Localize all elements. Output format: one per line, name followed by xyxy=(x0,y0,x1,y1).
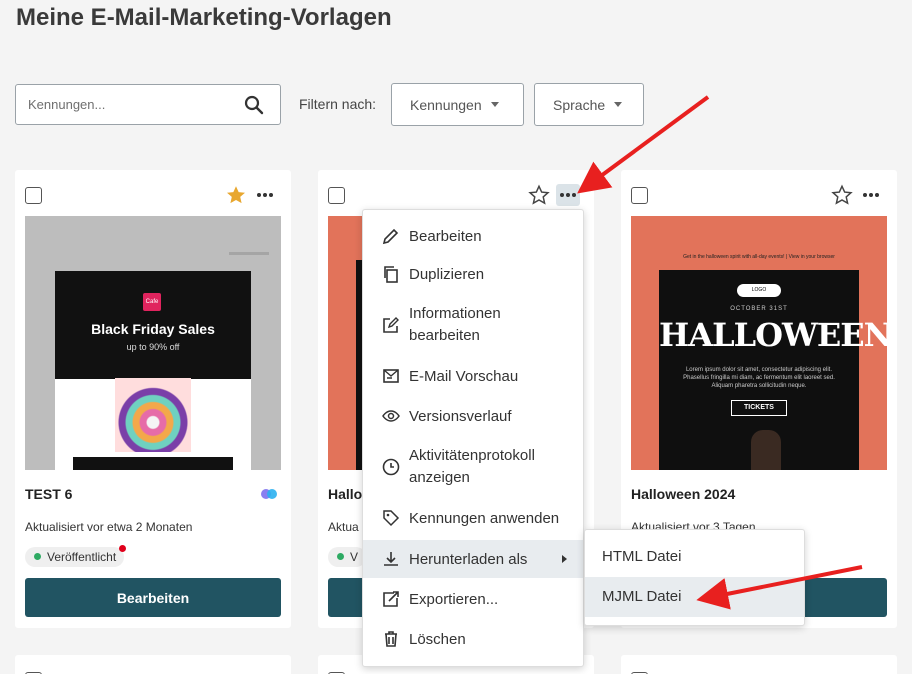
download-icon xyxy=(384,552,398,566)
updated-text: Aktua xyxy=(328,520,359,534)
submenu-arrow-icon xyxy=(562,555,567,563)
logo: Cafe xyxy=(143,293,161,311)
menu-item-bearbeiten[interactable]: Bearbeiten xyxy=(363,218,583,254)
updated-text: Aktualisiert vor etwa 2 Monaten xyxy=(25,520,193,534)
template-thumbnail[interactable]: Cafe Black Friday Sales up to 90% off xyxy=(25,216,281,470)
menu-item-duplizieren[interactable]: Duplizieren xyxy=(363,256,583,292)
pencil-icon xyxy=(382,228,399,245)
search-box[interactable] xyxy=(15,84,281,125)
filter-dropdown-label: Kennungen xyxy=(410,96,482,113)
more-options-button[interactable] xyxy=(556,184,580,206)
menu-item-informationen[interactable]: Informationen bearbeiten xyxy=(363,296,583,354)
select-checkbox[interactable] xyxy=(328,187,345,204)
trash-icon xyxy=(385,631,397,647)
eye-icon xyxy=(382,410,400,422)
submenu-item-html[interactable]: HTML Datei xyxy=(585,537,804,577)
select-checkbox[interactable] xyxy=(25,187,42,204)
paint-splash-image xyxy=(115,378,191,452)
notification-dot xyxy=(119,545,127,552)
edit-button[interactable]: Bearbeiten xyxy=(25,578,281,617)
filter-dropdown-kennungen[interactable]: Kennungen xyxy=(391,83,524,126)
menu-item-aktivitaetenprotokoll[interactable]: Aktivitätenprotokoll anzeigen xyxy=(363,438,583,496)
template-name: TEST 6 xyxy=(25,486,73,502)
template-card[interactable] xyxy=(15,655,291,674)
menu-item-loeschen[interactable]: Löschen xyxy=(363,620,583,658)
edit-info-icon xyxy=(383,317,399,333)
thumb-title: Black Friday Sales xyxy=(91,321,215,337)
menu-item-versionsverlauf[interactable]: Versionsverlauf xyxy=(363,398,583,434)
filter-dropdown-sprache[interactable]: Sprache xyxy=(534,83,644,126)
preheader-line xyxy=(229,252,269,255)
logo: LOGO xyxy=(737,284,781,297)
language-dots-icon xyxy=(261,489,277,499)
mail-preview-icon xyxy=(383,369,399,383)
haunted-house-image xyxy=(751,430,781,470)
template-card[interactable]: Cafe Black Friday Sales up to 90% off TE… xyxy=(15,170,291,628)
export-icon xyxy=(383,591,399,607)
thumb-body: Lorem ipsum dolor sit amet, consectetur … xyxy=(683,367,835,389)
star-filled-icon[interactable] xyxy=(225,184,247,206)
caret-down-icon xyxy=(490,102,499,107)
menu-item-kennungen-anwenden[interactable]: Kennungen anwenden xyxy=(363,500,583,536)
search-input[interactable] xyxy=(16,85,236,124)
caret-down-icon xyxy=(614,102,623,107)
template-thumbnail[interactable]: Get in the halloween spirit with all-day… xyxy=(631,216,887,470)
menu-item-herunterladen-als[interactable]: Herunterladen als xyxy=(363,540,583,578)
thumb-subtitle: up to 90% off xyxy=(126,342,180,352)
clock-icon xyxy=(382,458,400,476)
page-title: Meine E-Mail-Marketing-Vorlagen xyxy=(16,4,392,31)
status-badge: Veröffentlicht xyxy=(25,545,127,567)
template-name: Hallo xyxy=(328,486,363,502)
template-card[interactable] xyxy=(621,655,897,674)
more-options-button[interactable] xyxy=(859,184,883,206)
more-options-button[interactable] xyxy=(253,184,277,206)
thumb-title: HALLOWEEN xyxy=(659,316,887,354)
tag-icon xyxy=(383,510,400,527)
search-icon[interactable] xyxy=(244,95,264,115)
thumb-cta: TICKETS xyxy=(731,400,787,416)
star-outline-icon[interactable] xyxy=(831,184,853,206)
star-outline-icon[interactable] xyxy=(528,184,550,206)
filter-label: Filtern nach: xyxy=(299,96,377,112)
status-badge: V xyxy=(328,547,367,567)
select-checkbox[interactable] xyxy=(631,187,648,204)
thumb-date: OCTOBER 31ST xyxy=(730,306,788,312)
submenu-item-mjml[interactable]: MJML Datei xyxy=(585,577,804,617)
copy-icon xyxy=(384,266,398,283)
download-submenu: HTML Datei MJML Datei xyxy=(584,529,805,626)
dark-bar xyxy=(73,457,233,470)
thumb-preheader: Get in the halloween spirit with all-day… xyxy=(683,254,835,260)
context-menu: Bearbeiten Duplizieren Informationen bea… xyxy=(362,209,584,667)
menu-item-exportieren[interactable]: Exportieren... xyxy=(363,580,583,618)
template-name: Halloween 2024 xyxy=(631,486,736,502)
filter-dropdown-label: Sprache xyxy=(553,96,606,113)
menu-item-email-vorschau[interactable]: E-Mail Vorschau xyxy=(363,358,583,394)
